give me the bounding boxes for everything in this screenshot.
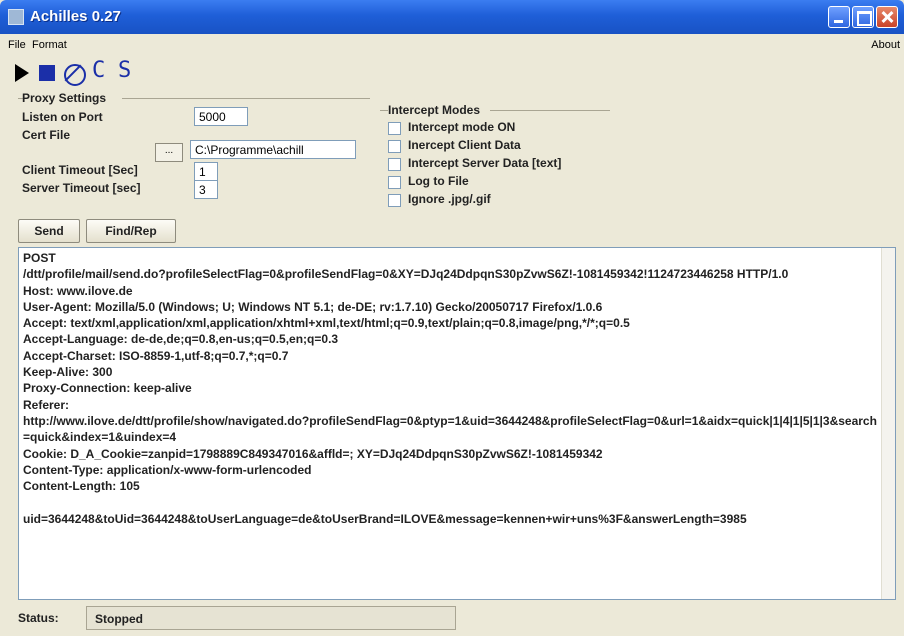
menu-format[interactable]: Format bbox=[32, 39, 67, 51]
menu-bar: File Format About bbox=[0, 34, 904, 56]
menu-about[interactable]: About bbox=[871, 39, 900, 51]
window-title: Achilles 0.27 bbox=[30, 8, 121, 25]
ignore-images-checkbox[interactable] bbox=[388, 194, 401, 207]
intercept-server-data-label: Intercept Server Data [text] bbox=[408, 156, 562, 170]
intercept-server-data-checkbox[interactable] bbox=[388, 158, 401, 171]
intercept-modes-title: Intercept Modes bbox=[388, 103, 481, 117]
app-icon bbox=[8, 9, 24, 25]
s-toolbar-button[interactable]: S bbox=[118, 58, 131, 84]
server-timeout-label: Server Timeout [sec] bbox=[22, 181, 141, 195]
intercept-mode-on-label: Intercept mode ON bbox=[408, 120, 516, 134]
menu-file[interactable]: File bbox=[8, 39, 26, 51]
log-to-file-checkbox[interactable] bbox=[388, 176, 401, 189]
clear-icon[interactable] bbox=[60, 60, 86, 86]
log-to-file-label: Log to File bbox=[408, 174, 469, 188]
intercept-client-data-label: Inercept Client Data bbox=[408, 138, 521, 152]
play-icon[interactable] bbox=[8, 60, 34, 86]
proxy-settings-title: Proxy Settings bbox=[22, 91, 107, 105]
find-replace-button[interactable]: Find/Rep bbox=[86, 219, 176, 243]
cert-browse-button[interactable]: ... bbox=[155, 143, 183, 162]
listen-port-input[interactable]: 5000 bbox=[194, 107, 248, 126]
cert-file-input[interactable]: C:\Programme\achill bbox=[190, 140, 356, 159]
client-timeout-input[interactable]: 1 bbox=[194, 162, 218, 181]
proxy-group-border-right bbox=[122, 98, 370, 99]
client-timeout-label: Client Timeout [Sec] bbox=[22, 163, 138, 177]
intercept-mode-on-checkbox[interactable] bbox=[388, 122, 401, 135]
c-toolbar-button[interactable]: C bbox=[92, 58, 105, 84]
cert-file-label: Cert File bbox=[22, 128, 71, 142]
request-text[interactable]: POST /dtt/profile/mail/send.do?profileSe… bbox=[23, 250, 883, 527]
ignore-images-label: Ignore .jpg/.gif bbox=[408, 192, 491, 206]
listen-port-label: Listen on Port bbox=[22, 110, 103, 124]
maximize-button[interactable] bbox=[852, 6, 874, 28]
send-button[interactable]: Send bbox=[18, 219, 80, 243]
intercept-group-border-right bbox=[490, 110, 610, 111]
status-label: Status: bbox=[18, 611, 59, 625]
intercept-group-border bbox=[380, 110, 388, 111]
close-button[interactable] bbox=[876, 6, 898, 28]
request-editor[interactable]: POST /dtt/profile/mail/send.do?profileSe… bbox=[18, 247, 896, 600]
request-scrollbar[interactable] bbox=[881, 248, 895, 599]
server-timeout-input[interactable]: 3 bbox=[194, 180, 218, 199]
intercept-client-data-checkbox[interactable] bbox=[388, 140, 401, 153]
title-bar: Achilles 0.27 bbox=[0, 0, 904, 34]
status-value: Stopped bbox=[86, 606, 456, 630]
minimize-button[interactable] bbox=[828, 6, 850, 28]
toolbar: C S bbox=[0, 58, 904, 88]
stop-icon[interactable] bbox=[34, 60, 60, 86]
